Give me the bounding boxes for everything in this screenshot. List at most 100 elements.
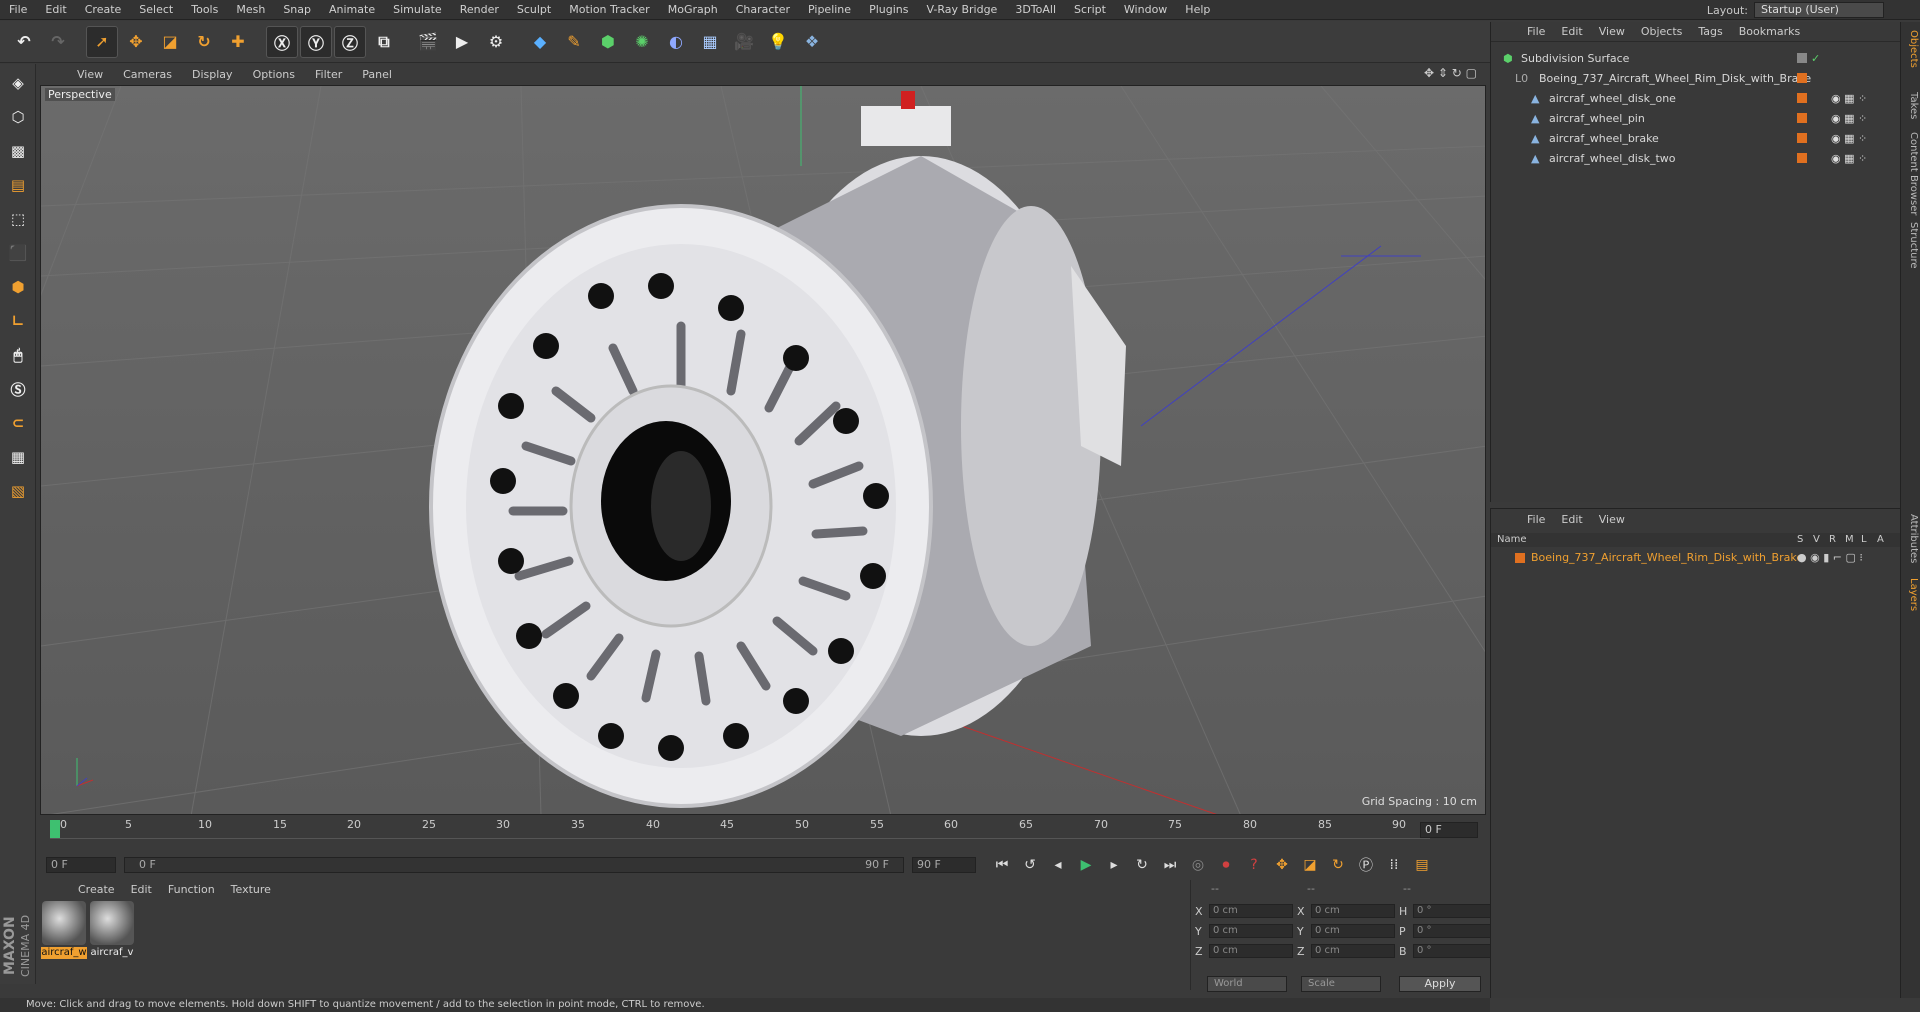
om-menu-file[interactable]: File (1519, 25, 1553, 38)
workplane-icon[interactable]: ▤ (3, 170, 33, 200)
tab-attributes[interactable]: Attributes (1903, 514, 1919, 563)
viewport-menu-panel[interactable]: Panel (352, 68, 402, 81)
position-z-field[interactable]: 0 cm (1209, 944, 1293, 958)
key-scale-icon[interactable]: ◪ (1298, 853, 1322, 877)
texture-mode-icon[interactable]: ▩ (3, 136, 33, 166)
object-row[interactable]: ⬢ Subdivision Surface ✓ (1491, 48, 1901, 68)
prev-key-icon[interactable]: ↺ (1018, 853, 1042, 877)
undo-icon[interactable]: ↶ (8, 26, 40, 58)
menu-script[interactable]: Script (1065, 3, 1115, 16)
material-menu-edit[interactable]: Edit (123, 883, 160, 896)
coord-mode-scale-dropdown[interactable]: Scale (1301, 976, 1381, 992)
lm-menu-file[interactable]: File (1519, 513, 1553, 526)
lm-menu-edit[interactable]: Edit (1553, 513, 1590, 526)
y-axis-icon[interactable]: Ⓨ (300, 25, 332, 58)
play-icon[interactable]: ▶ (1074, 853, 1098, 877)
material-tag-icon[interactable]: ◉ ▦ ⁘ (1831, 152, 1867, 165)
menu-window[interactable]: Window (1115, 3, 1176, 16)
end-frame-field[interactable]: 90 F (912, 857, 976, 873)
material-tag-icon[interactable]: ◉ ▦ ⁘ (1831, 112, 1867, 125)
object-row[interactable]: ▲ aircraf_wheel_disk_one ◉ ▦ ⁘ (1491, 88, 1901, 108)
next-frame-icon[interactable]: ▸ (1102, 853, 1126, 877)
object-mode-icon[interactable]: ⬡ (3, 102, 33, 132)
viewport-nav-icons[interactable]: ✥ ⇕ ↻ ▢ (1424, 66, 1477, 80)
viewport-menu-filter[interactable]: Filter (305, 68, 352, 81)
scale-icon[interactable]: ◪ (154, 26, 186, 58)
render-settings-icon[interactable]: ⚙ (480, 26, 512, 58)
magnet-icon[interactable]: ⊂ (3, 408, 33, 438)
layer-flags-icons[interactable]: ● ◉ ▮ ⌐ ▢ ⁝ (1797, 551, 1863, 564)
menu-sculpt[interactable]: Sculpt (508, 3, 560, 16)
tab-objects[interactable]: Objects (1903, 30, 1919, 68)
grid-lock-icon[interactable]: ▦ (3, 442, 33, 472)
rotation-b-field[interactable]: 0 ° (1413, 944, 1497, 958)
z-axis-icon[interactable]: Ⓩ (334, 25, 366, 58)
frame-range-slider[interactable]: 0 F 90 F (124, 857, 904, 873)
render-view-icon[interactable]: 🎬 (412, 26, 444, 58)
viewport[interactable]: Perspective Grid Spacing : 10 cm (40, 85, 1486, 815)
layer-name[interactable]: Boeing_737_Aircraft_Wheel_Rim_Disk_with_… (1531, 551, 1803, 564)
material-tag-icon[interactable]: ◉ ▦ ⁘ (1831, 92, 1867, 105)
autokey-icon[interactable]: ⏺ (1214, 853, 1238, 877)
go-to-end-icon[interactable]: ⏭ (1158, 853, 1182, 877)
key-pla-icon[interactable]: ⁞⁞ (1382, 853, 1406, 877)
visibility-dot[interactable] (1797, 53, 1807, 63)
tab-layers[interactable]: Layers (1903, 578, 1919, 611)
menu-edit[interactable]: Edit (36, 3, 75, 16)
rotate-icon[interactable]: ↻ (188, 26, 220, 58)
menu-vray-bridge[interactable]: V-Ray Bridge (917, 3, 1006, 16)
menu-simulate[interactable]: Simulate (384, 3, 451, 16)
edges-mode-icon[interactable]: ⬛ (3, 238, 33, 268)
menu-render[interactable]: Render (451, 3, 508, 16)
om-menu-view[interactable]: View (1591, 25, 1633, 38)
menu-animate[interactable]: Animate (320, 3, 384, 16)
cloner-icon[interactable]: ✺ (626, 26, 658, 58)
om-menu-bookmarks[interactable]: Bookmarks (1731, 25, 1808, 38)
material-menu-function[interactable]: Function (160, 883, 223, 896)
menu-mesh[interactable]: Mesh (227, 3, 274, 16)
redo-icon[interactable]: ↷ (42, 26, 74, 58)
menu-help[interactable]: Help (1176, 3, 1219, 16)
light-icon[interactable]: 💡 (762, 26, 794, 58)
position-x-field[interactable]: 0 cm (1209, 904, 1293, 918)
key-param-icon[interactable]: Ⓟ (1354, 853, 1378, 877)
python-icon[interactable]: ❖ (796, 26, 828, 58)
object-name[interactable]: aircraf_wheel_disk_one (1549, 92, 1676, 105)
size-y-field[interactable]: 0 cm (1311, 924, 1395, 938)
layer-row[interactable]: Boeing_737_Aircraft_Wheel_Rim_Disk_with_… (1491, 549, 1901, 567)
size-x-field[interactable]: 0 cm (1311, 904, 1395, 918)
material-thumbnail[interactable] (90, 901, 134, 945)
snap-icon[interactable]: Ⓢ (3, 374, 33, 404)
layer-color-tag[interactable] (1797, 153, 1807, 163)
floor-icon[interactable]: ▦ (694, 26, 726, 58)
move-icon[interactable]: ✥ (120, 26, 152, 58)
coord-mode-world-dropdown[interactable]: World (1207, 976, 1287, 992)
rotation-h-field[interactable]: 0 ° (1413, 904, 1497, 918)
cube-icon[interactable]: ◆ (524, 26, 556, 58)
object-row[interactable]: L0 Boeing_737_Aircraft_Wheel_Rim_Disk_wi… (1491, 68, 1901, 88)
record-icon[interactable]: ◎ (1186, 853, 1210, 877)
check-icon[interactable]: ✓ (1811, 52, 1820, 65)
menu-mograph[interactable]: MoGraph (659, 3, 727, 16)
material-name[interactable]: aircraf_v (89, 947, 135, 959)
loop-icon[interactable]: ↻ (1130, 853, 1154, 877)
select-arrow-icon[interactable]: ➚ (86, 25, 118, 58)
menu-select[interactable]: Select (130, 3, 182, 16)
object-name[interactable]: Boeing_737_Aircraft_Wheel_Rim_Disk_with_… (1539, 72, 1811, 85)
object-name[interactable]: Subdivision Surface (1521, 52, 1629, 65)
menu-tools[interactable]: Tools (182, 3, 227, 16)
keyframe-selection-icon[interactable]: ? (1242, 853, 1266, 877)
material-menu-texture[interactable]: Texture (223, 883, 279, 896)
om-menu-edit[interactable]: Edit (1553, 25, 1590, 38)
live-select-icon[interactable]: ✚ (222, 26, 254, 58)
layer-color-tag[interactable] (1797, 93, 1807, 103)
camera-icon[interactable]: 🎥 (728, 26, 760, 58)
polygons-mode-icon[interactable]: ⬢ (3, 272, 33, 302)
object-row[interactable]: ▲ aircraf_wheel_disk_two ◉ ▦ ⁘ (1491, 148, 1901, 168)
menu-create[interactable]: Create (76, 3, 131, 16)
subdivision-icon[interactable]: ⬢ (592, 26, 624, 58)
lm-menu-view[interactable]: View (1591, 513, 1633, 526)
x-axis-icon[interactable]: Ⓧ (266, 25, 298, 58)
pen-icon[interactable]: ✎ (558, 26, 590, 58)
grid-snap-icon[interactable]: ▧ (3, 476, 33, 506)
